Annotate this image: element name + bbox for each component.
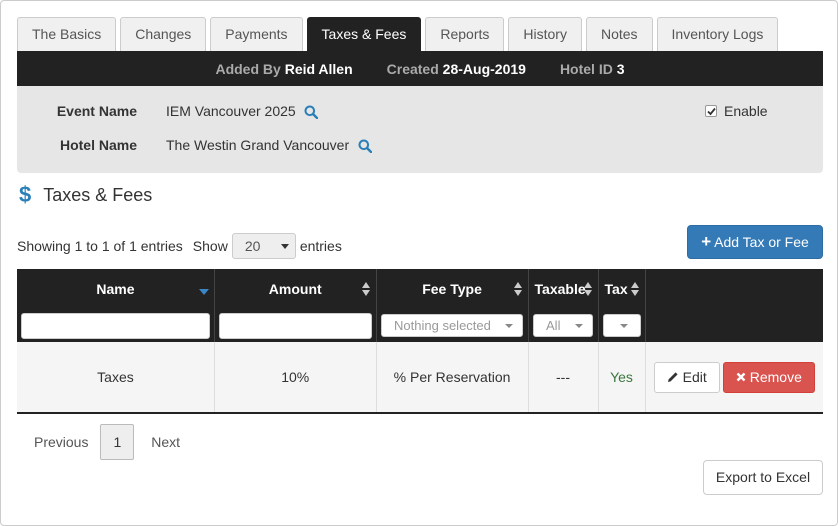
cell-taxable: --- xyxy=(528,342,599,414)
filter-fee-type-select[interactable]: Nothing selected xyxy=(381,314,524,337)
sort-icon xyxy=(630,282,639,296)
tab-notes[interactable]: Notes xyxy=(585,17,653,51)
column-header-tax[interactable]: Tax xyxy=(598,269,646,309)
sort-icon xyxy=(513,282,522,296)
show-label: Show xyxy=(192,238,228,254)
hotel-name-label: Hotel Name xyxy=(59,137,137,153)
pencil-icon xyxy=(667,372,678,382)
tab-history[interactable]: History xyxy=(508,17,582,51)
filter-taxable-select[interactable]: All xyxy=(533,314,594,337)
filter-tax-select[interactable] xyxy=(602,314,641,337)
filter-actions-cell xyxy=(645,309,823,342)
plus-icon: + xyxy=(701,232,712,251)
search-icon[interactable] xyxy=(358,139,372,153)
cell-fee-type: % Per Reservation xyxy=(376,342,529,414)
showing-text: Showing 1 to 1 of 1 entries xyxy=(17,238,183,254)
column-header-amount[interactable]: Amount xyxy=(214,269,377,309)
filter-row: Nothing selected All xyxy=(17,309,823,342)
created-label: Created xyxy=(386,60,439,77)
pagination-previous[interactable]: Previous xyxy=(17,425,100,459)
event-name-label: Event Name xyxy=(56,103,137,119)
panel-frame: The Basics Changes Payments Taxes & Fees… xyxy=(0,0,838,526)
tab-bar: The Basics Changes Payments Taxes & Fees… xyxy=(17,17,782,51)
added-by-value: Reid Allen xyxy=(284,60,353,77)
remove-label: Remove xyxy=(749,369,802,385)
section-title: Taxes & Fees xyxy=(43,184,153,205)
event-details: Event Name IEM Vancouver 2025 Hotel Name… xyxy=(17,86,823,173)
cell-actions: Edit Remove xyxy=(645,342,823,414)
table-row: Taxes 10% % Per Reservation --- Yes Edit xyxy=(17,342,823,414)
filter-name-cell xyxy=(17,309,215,342)
created: Created 28-Aug-2019 xyxy=(387,61,526,77)
filter-taxable-value: All xyxy=(546,318,561,333)
info-bar: Added By Reid Allen Created 28-Aug-2019 … xyxy=(17,51,823,86)
edit-button[interactable]: Edit xyxy=(653,361,720,393)
cell-tax: Yes xyxy=(598,342,646,414)
checkmark-icon xyxy=(707,107,716,116)
caret-down-icon xyxy=(619,324,628,328)
section-header: $ Taxes & Fees xyxy=(19,182,152,208)
tab-reports[interactable]: Reports xyxy=(425,17,505,51)
tab-inventory-logs[interactable]: Inventory Logs xyxy=(656,17,779,51)
sort-desc-icon xyxy=(198,289,209,295)
filter-fee-type-value: Nothing selected xyxy=(394,318,491,333)
column-header-name[interactable]: Name xyxy=(17,269,215,309)
added-by-label: Added By xyxy=(215,60,281,77)
column-header-actions xyxy=(645,269,823,309)
added-by: Added By Reid Allen xyxy=(215,61,352,77)
filter-amount-cell xyxy=(214,309,377,342)
search-icon[interactable] xyxy=(304,105,318,119)
dollar-icon: $ xyxy=(19,182,32,207)
hotel-name-value: The Westin Grand Vancouver xyxy=(166,137,350,153)
created-value: 28-Aug-2019 xyxy=(442,60,526,77)
filter-taxable-cell: All xyxy=(528,309,599,342)
table-info: Showing 1 to 1 of 1 entries Show 20 entr… xyxy=(17,233,342,259)
column-tax-label: Tax xyxy=(604,281,628,297)
add-tax-fee-button[interactable]: + Add Tax or Fee xyxy=(687,225,823,259)
column-header-taxable[interactable]: Taxable xyxy=(528,269,599,309)
pagination: Previous 1 Next xyxy=(17,424,192,460)
taxes-fees-table: Name Amount Fee Type Taxable Tax Nothing… xyxy=(17,269,823,414)
pagination-page-1[interactable]: 1 xyxy=(100,424,135,460)
sort-icon xyxy=(361,282,370,296)
edit-label: Edit xyxy=(682,369,707,385)
remove-button[interactable]: Remove xyxy=(722,361,815,393)
column-header-fee-type[interactable]: Fee Type xyxy=(376,269,529,309)
tab-changes[interactable]: Changes xyxy=(120,17,207,51)
hotel-id: Hotel ID 3 xyxy=(560,61,625,77)
close-icon xyxy=(736,372,746,382)
enable-label: Enable xyxy=(724,103,768,119)
column-amount-label: Amount xyxy=(268,281,322,297)
filter-tax-cell xyxy=(598,309,646,342)
page-length-value: 20 xyxy=(244,238,261,254)
sort-icon xyxy=(583,282,592,296)
hotel-id-label: Hotel ID xyxy=(559,60,613,77)
column-name-label: Name xyxy=(96,281,135,297)
filter-name-input[interactable] xyxy=(21,312,210,339)
hotel-id-value: 3 xyxy=(616,60,625,77)
add-tax-fee-label: Add Tax or Fee xyxy=(714,234,809,250)
pagination-next[interactable]: Next xyxy=(134,425,192,459)
filter-amount-input[interactable] xyxy=(218,312,372,339)
cell-name: Taxes xyxy=(17,342,215,414)
entries-label: entries xyxy=(299,238,342,254)
caret-down-icon xyxy=(505,324,514,328)
export-excel-button[interactable]: Export to Excel xyxy=(703,460,823,495)
tab-the-basics[interactable]: The Basics xyxy=(17,17,117,51)
caret-down-icon xyxy=(280,244,289,249)
column-taxable-label: Taxable xyxy=(534,281,586,297)
filter-fee-type-cell: Nothing selected xyxy=(376,309,529,342)
enable-checkbox[interactable] xyxy=(705,105,717,117)
column-fee-type-label: Fee Type xyxy=(422,281,482,297)
caret-down-icon xyxy=(575,324,584,328)
tab-taxes-fees[interactable]: Taxes & Fees xyxy=(306,17,422,51)
cell-amount: 10% xyxy=(214,342,377,414)
page-length-select[interactable]: 20 xyxy=(231,233,296,259)
tab-payments[interactable]: Payments xyxy=(210,17,303,51)
event-name-value: IEM Vancouver 2025 xyxy=(166,103,296,119)
